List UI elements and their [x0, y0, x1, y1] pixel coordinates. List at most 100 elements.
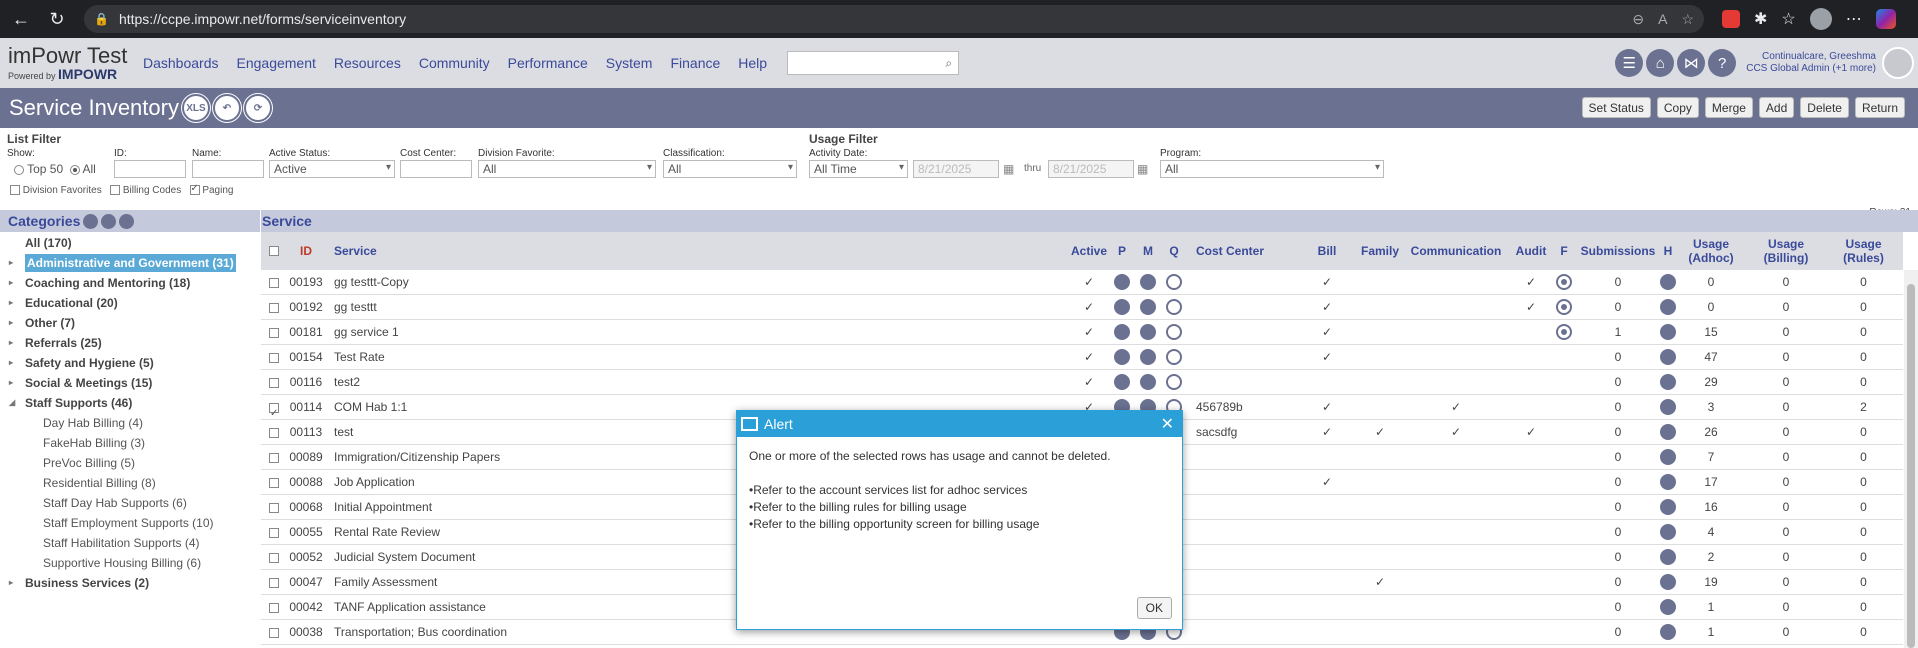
- history-icon[interactable]: [1660, 498, 1676, 515]
- history-icon[interactable]: [1660, 323, 1676, 340]
- clock-icon[interactable]: [1166, 373, 1182, 390]
- subcategory-item[interactable]: Staff Day Hab Supports (6): [0, 493, 260, 513]
- folder-icon[interactable]: [1114, 298, 1130, 315]
- history-icon[interactable]: [1660, 348, 1676, 365]
- expand-arrow-icon[interactable]: ▸: [9, 273, 13, 293]
- col-usage-rules[interactable]: Usage (Rules): [1836, 232, 1891, 270]
- extensions-icon[interactable]: ✱: [1754, 9, 1767, 29]
- history-icon[interactable]: [1660, 273, 1676, 290]
- close-icon[interactable]: ✕: [1161, 414, 1174, 434]
- folder-icon[interactable]: [1114, 373, 1130, 390]
- category-item[interactable]: ▸ Educational (20): [0, 293, 260, 313]
- home-icon[interactable]: ⌂: [1646, 49, 1675, 77]
- logo[interactable]: imPowr Test Powered by IMPOWR: [0, 45, 130, 82]
- row-checkbox[interactable]: [269, 502, 279, 513]
- more-icon[interactable]: ⋯: [1846, 9, 1862, 29]
- calendar-icon[interactable]: [1140, 373, 1156, 390]
- nav-help[interactable]: Help: [738, 55, 767, 71]
- list-icon[interactable]: ☰: [1615, 49, 1644, 77]
- category-item[interactable]: All (170): [0, 233, 260, 253]
- col-communication[interactable]: Communication: [1406, 232, 1506, 270]
- favorite-icon[interactable]: ☆: [1681, 11, 1694, 28]
- avatar[interactable]: [1882, 47, 1914, 79]
- eye-icon[interactable]: [1556, 323, 1572, 340]
- name-field[interactable]: [192, 160, 264, 178]
- zoom-icon[interactable]: ⊖: [1632, 11, 1644, 28]
- user-info[interactable]: Continualcare, Greeshma CCS Global Admin…: [1746, 51, 1876, 75]
- calendar-icon[interactable]: [1140, 348, 1156, 365]
- calendar-icon[interactable]: ▦: [1003, 162, 1014, 176]
- classification-select[interactable]: All: [663, 160, 797, 178]
- subcategory-item[interactable]: Staff Employment Supports (10): [0, 513, 260, 533]
- row-checkbox[interactable]: [269, 452, 279, 463]
- subcategory-item[interactable]: FakeHab Billing (3): [0, 433, 260, 453]
- calendar-icon[interactable]: [1140, 298, 1156, 315]
- eye-icon[interactable]: [1556, 273, 1572, 290]
- history-icon[interactable]: [1660, 298, 1676, 315]
- category-item[interactable]: ▸ Safety and Hygiene (5): [0, 353, 260, 373]
- cost-center-field[interactable]: [400, 160, 472, 178]
- category-item[interactable]: ▸ Other (7): [0, 313, 260, 333]
- merge-button[interactable]: Merge: [1704, 97, 1753, 118]
- folder-icon[interactable]: [1114, 273, 1130, 290]
- history-icon[interactable]: [1660, 623, 1676, 640]
- table-row[interactable]: 00192 gg testtt ✓ ✓ ✓ 0 0 0 0: [261, 295, 1903, 320]
- set-status-button[interactable]: Set Status: [1581, 97, 1651, 118]
- extension-icon[interactable]: [1722, 10, 1740, 28]
- category-item[interactable]: ▸ Coaching and Mentoring (18): [0, 273, 260, 293]
- expand-arrow-icon[interactable]: ▸: [9, 293, 13, 313]
- nav-performance[interactable]: Performance: [508, 55, 588, 71]
- category-item[interactable]: ▸ Social & Meetings (15): [0, 373, 260, 393]
- folder-icon[interactable]: [1114, 348, 1130, 365]
- col-usage-billing[interactable]: Usage (Billing): [1756, 232, 1816, 270]
- row-checkbox[interactable]: [269, 327, 279, 338]
- expand-arrow-icon[interactable]: ▸: [9, 333, 13, 353]
- col-bill[interactable]: Bill: [1312, 232, 1342, 270]
- search-input[interactable]: ⌕: [787, 51, 960, 75]
- subcategory-item[interactable]: Staff Habilitation Supports (4): [0, 533, 260, 553]
- col-id[interactable]: ID: [287, 232, 325, 270]
- collapse-all-icon[interactable]: [101, 213, 117, 229]
- nav-system[interactable]: System: [606, 55, 653, 71]
- expand-arrow-icon[interactable]: ▸: [9, 313, 13, 333]
- history-icon[interactable]: [1660, 523, 1676, 540]
- activity-date-select[interactable]: All Time: [809, 160, 908, 178]
- col-family[interactable]: Family: [1357, 232, 1403, 270]
- subcategory-item[interactable]: Residential Billing (8): [0, 473, 260, 493]
- table-row[interactable]: 00154 Test Rate ✓ ✓ 0 47 0 0: [261, 345, 1903, 370]
- active-status-select[interactable]: Active: [269, 160, 395, 178]
- clock-icon[interactable]: [1166, 273, 1182, 290]
- expand-arrow-icon[interactable]: ▸: [9, 573, 13, 593]
- row-checkbox[interactable]: [269, 577, 279, 588]
- calendar-icon[interactable]: [1140, 273, 1156, 290]
- history-icon[interactable]: [1660, 398, 1676, 415]
- profile-icon[interactable]: [1809, 8, 1832, 30]
- row-checkbox[interactable]: [269, 277, 279, 288]
- row-checkbox[interactable]: [269, 401, 279, 426]
- refresh-icon[interactable]: ⟳: [243, 94, 272, 122]
- col-f[interactable]: F: [1553, 232, 1575, 270]
- subcategory-item[interactable]: PreVoc Billing (5): [0, 453, 260, 473]
- col-active[interactable]: Active: [1069, 232, 1109, 270]
- search-icon[interactable]: ⌕: [945, 56, 952, 71]
- folder-icon[interactable]: [1114, 323, 1130, 340]
- history-icon[interactable]: [1660, 473, 1676, 490]
- refresh-icon[interactable]: ↻: [42, 4, 72, 34]
- expand-arrow-icon[interactable]: ▸: [9, 353, 13, 373]
- history-icon[interactable]: [1660, 573, 1676, 590]
- col-q[interactable]: Q: [1161, 232, 1187, 270]
- history-icon[interactable]: [1660, 448, 1676, 465]
- division-favorite-select[interactable]: All: [478, 160, 656, 178]
- history-icon[interactable]: [1660, 423, 1676, 440]
- copilot-icon[interactable]: [1875, 9, 1896, 29]
- scrollbar-thumb[interactable]: [1907, 284, 1915, 648]
- table-row[interactable]: 00116 test2 ✓ 0 29 0 0: [261, 370, 1903, 395]
- expand-arrow-icon[interactable]: ▸: [9, 253, 13, 273]
- col-service[interactable]: Service: [334, 232, 377, 270]
- date-to-field[interactable]: 8/21/2025: [1048, 160, 1134, 178]
- row-checkbox[interactable]: [269, 427, 279, 438]
- copy-button[interactable]: Copy: [1656, 97, 1699, 118]
- history-icon[interactable]: [1660, 548, 1676, 565]
- col-cost-center[interactable]: Cost Center: [1196, 232, 1264, 270]
- return-button[interactable]: Return: [1854, 97, 1905, 118]
